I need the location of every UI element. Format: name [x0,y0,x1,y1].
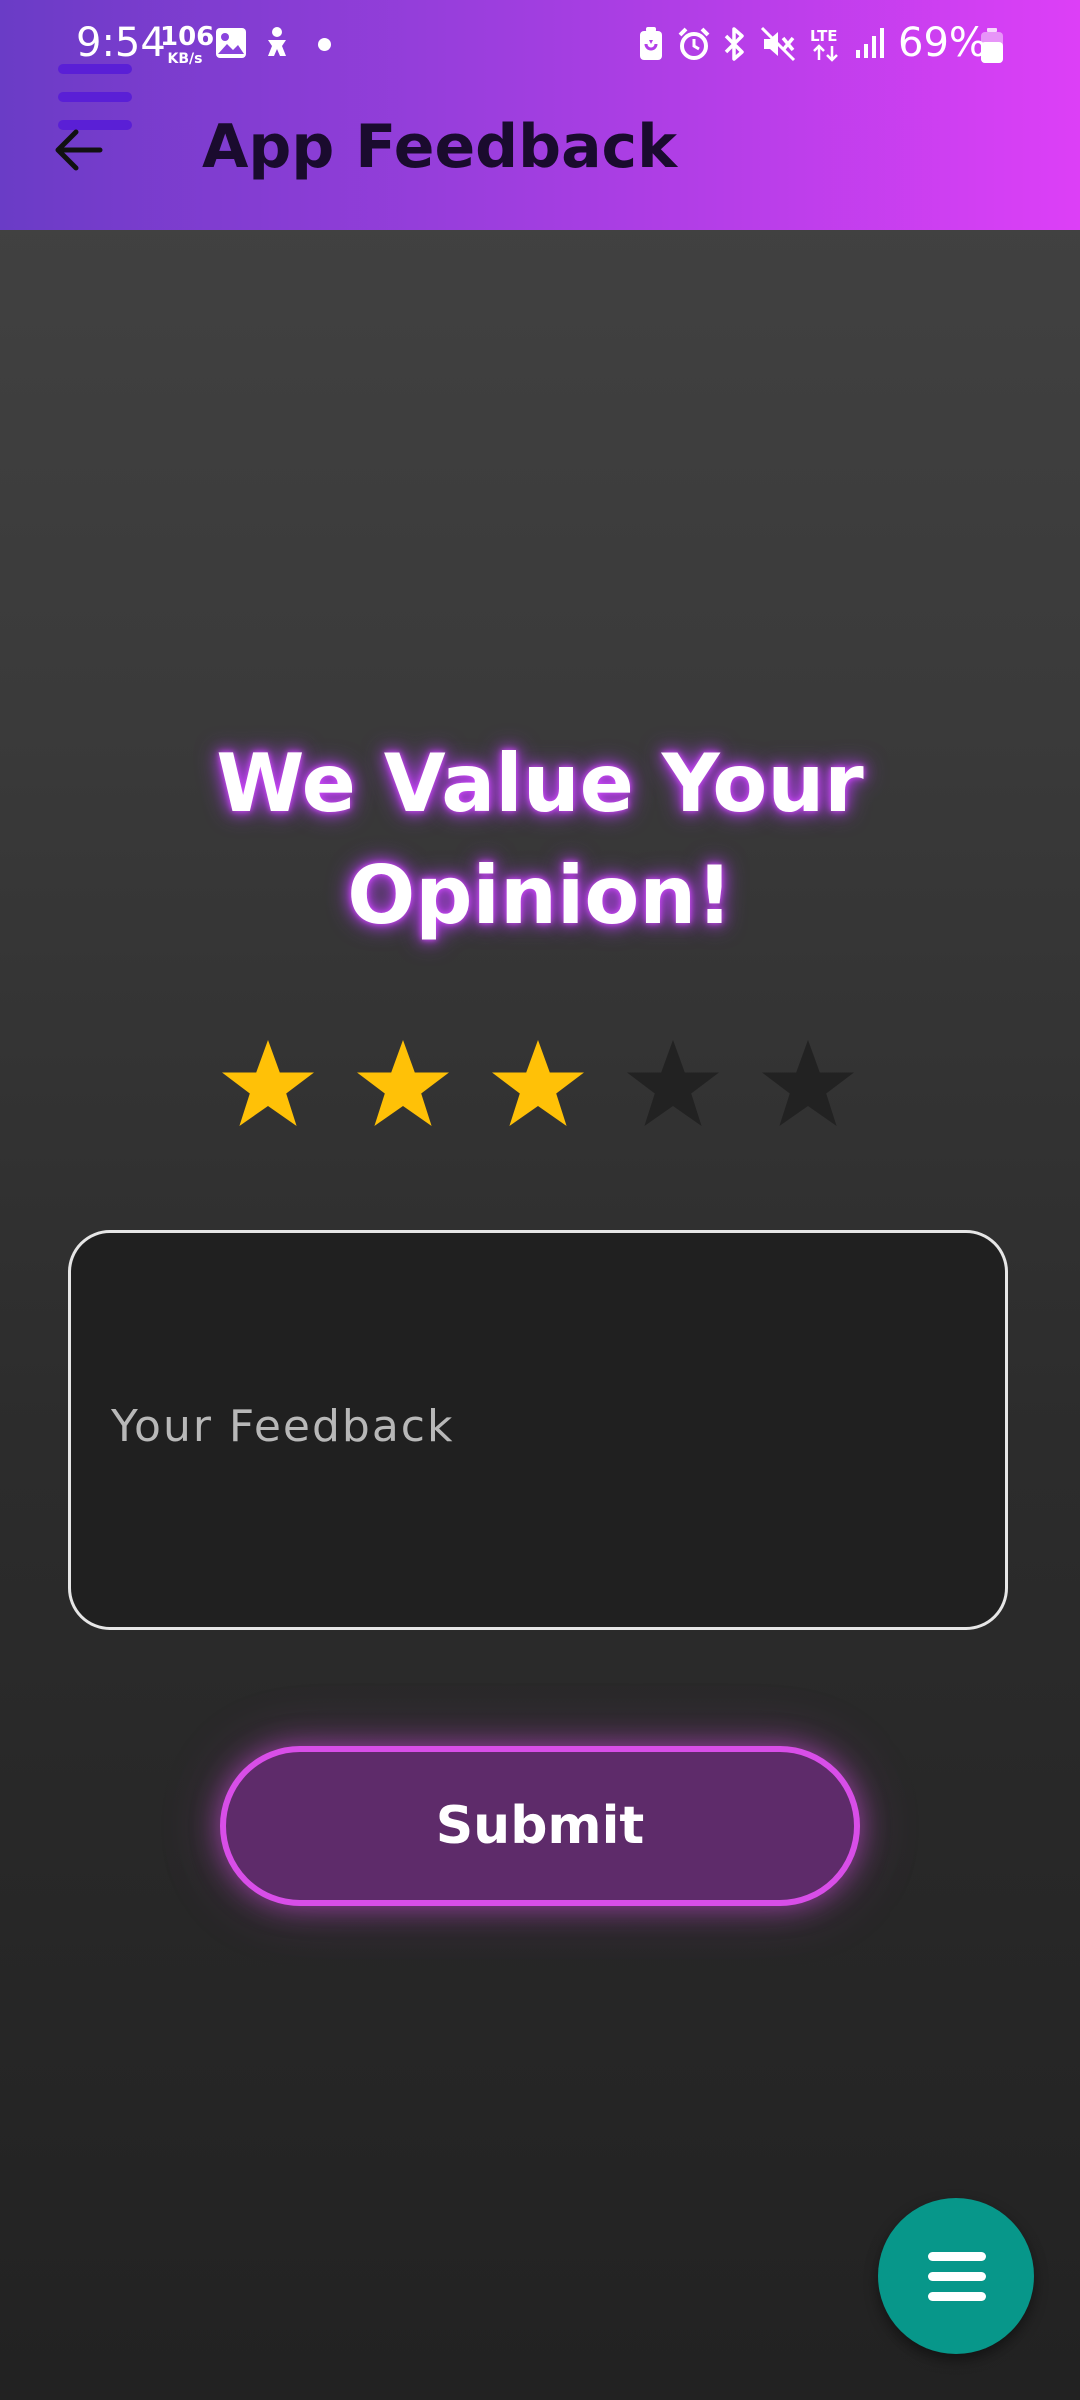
star-icon[interactable] [488,1036,588,1136]
bluetooth-icon [724,27,744,61]
menu-fab-button[interactable] [878,2198,1034,2354]
mute-icon [760,26,796,62]
submit-button[interactable]: Submit [220,1746,860,1906]
network-speed-value: 106 [160,22,215,52]
page-title: App Feedback [202,112,678,182]
feedback-input[interactable] [111,1401,951,1471]
star-rating[interactable] [218,1036,868,1136]
network-speed: 106 KB/s [160,22,215,67]
hamburger-bar [58,64,132,74]
battery-icon [981,28,1003,63]
battery-percent: 69% [898,20,987,66]
star-icon[interactable] [353,1036,453,1136]
alarm-icon [678,27,710,60]
gallery-icon [216,28,246,58]
star-icon[interactable] [218,1036,318,1136]
status-bar: 9:54 106 KB/s LTE 69% [0,0,1080,90]
accessibility-icon [268,27,286,56]
hamburger-icon [928,2272,986,2281]
feedback-field[interactable] [68,1230,1008,1630]
battery-saver-icon [640,27,662,60]
hamburger-icon [928,2252,986,2261]
hamburger-icon [928,2292,986,2301]
network-speed-unit: KB/s [167,51,203,67]
star-icon[interactable] [623,1036,723,1136]
feedback-heading: We Value Your Opinion! [216,737,864,942]
lte-icon: LTE [810,27,838,62]
star-icon[interactable] [758,1036,858,1136]
svg-text:LTE: LTE [810,27,838,45]
signal-icon [856,28,884,58]
hamburger-bar [58,92,132,102]
arrow-left-icon[interactable] [50,122,106,178]
notification-dot-icon [318,38,331,51]
status-time: 9:54 [76,20,166,66]
